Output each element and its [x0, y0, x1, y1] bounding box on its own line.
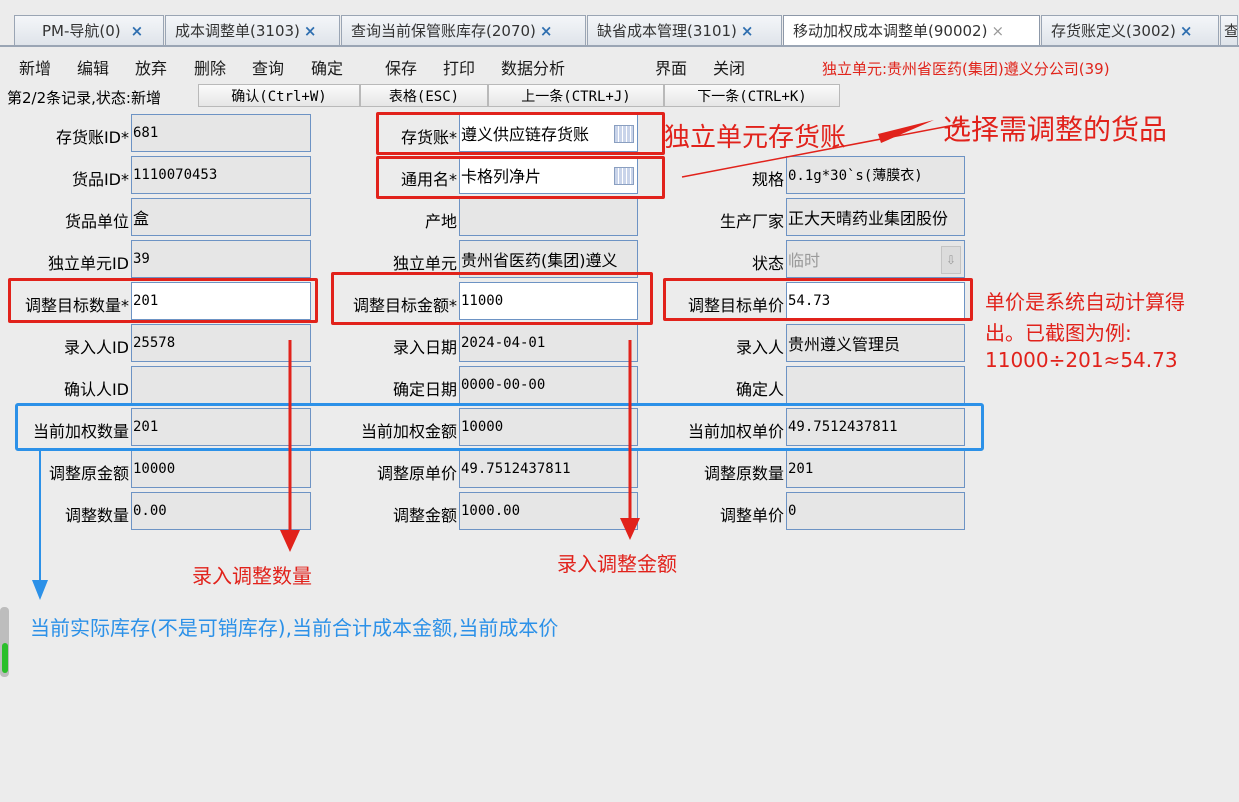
- annotation-select-goods: 选择需调整的货品: [943, 113, 1168, 146]
- annotation-enter-qty: 录入调整数量: [192, 564, 312, 588]
- annotation-price-note-2: 出。已截图为例:: [985, 321, 1132, 345]
- arrow-head: [280, 530, 300, 552]
- annotation-current-note: 当前实际库存(不是可销库存),当前合计成本金额,当前成本价: [30, 616, 559, 640]
- scroll-indicator: [2, 643, 8, 673]
- annotation-enter-amount: 录入调整金额: [557, 552, 677, 576]
- arrow-head: [32, 580, 48, 600]
- arrow-head: [620, 518, 640, 540]
- annotation-price-note-1: 单价是系统自动计算得: [985, 290, 1185, 314]
- annotation-price-note-3: 11000÷201≈54.73: [985, 348, 1178, 372]
- annotation-account-note: 独立单元存货账: [664, 123, 847, 153]
- arrow-head: [878, 120, 934, 143]
